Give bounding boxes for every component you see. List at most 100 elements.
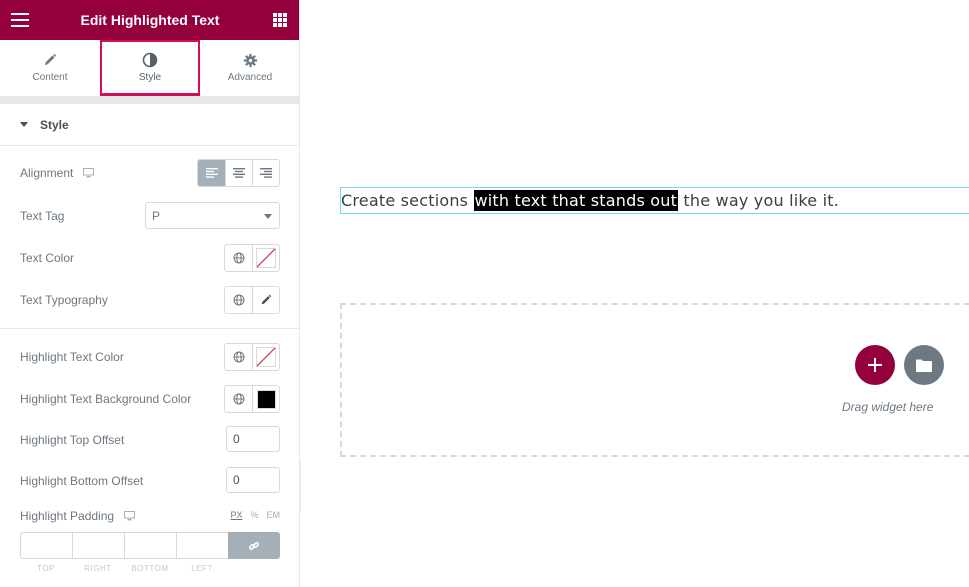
chevron-down-icon (264, 214, 272, 219)
panel-title: Edit Highlighted Text (80, 12, 220, 28)
globe-icon (233, 351, 244, 363)
align-right-icon (260, 168, 272, 178)
highlight-bg-color-group (224, 385, 280, 413)
text-color-control: Text Color (20, 244, 280, 272)
align-center-icon (233, 168, 245, 178)
align-left-button[interactable] (198, 160, 225, 186)
gear-icon (243, 51, 258, 69)
highlight-top-offset-input[interactable]: 0 (226, 426, 280, 452)
padding-right-input[interactable] (72, 532, 124, 559)
tab-advanced[interactable]: Advanced (200, 40, 299, 96)
globe-icon (233, 252, 244, 264)
padding-dimensions (20, 532, 280, 559)
edit-typography-button[interactable] (252, 287, 279, 313)
highlight-bottom-offset-label: Highlight Bottom Offset (20, 474, 144, 488)
text-tag-label: Text Tag (20, 209, 65, 223)
text-typography-control: Text Typography (20, 286, 280, 314)
padding-left-input[interactable] (176, 532, 228, 559)
dim-label-right: RIGHT (84, 564, 112, 573)
dim-label-top: TOP (37, 564, 55, 573)
global-colors-button[interactable] (225, 245, 252, 271)
highlight-bottom-offset-control: Highlight Bottom Offset 0 (20, 467, 280, 495)
editor-app: Edit Highlighted Text Content Style Adva… (0, 0, 969, 587)
highlight-padding-label: Highlight Padding (20, 509, 115, 523)
tab-content-label: Content (32, 72, 68, 83)
hamburger-icon[interactable] (11, 13, 29, 27)
global-colors-button[interactable] (225, 344, 252, 370)
link-values-button[interactable] (228, 532, 280, 559)
unit-em[interactable]: EM (267, 510, 281, 520)
tab-style[interactable]: Style (100, 40, 200, 96)
color-picker-button[interactable] (252, 245, 279, 271)
dim-label-left: LEFT (191, 564, 213, 573)
align-left-icon (205, 168, 218, 178)
section-title: Style (40, 117, 69, 132)
text-before: Create sections (341, 191, 474, 210)
text-color-group (224, 244, 280, 272)
contrast-icon (142, 51, 158, 69)
text-tag-select[interactable]: P (145, 202, 280, 229)
grid-icon[interactable] (273, 13, 287, 27)
highlighted-text-widget[interactable]: Create sections with text that stands ou… (340, 187, 969, 214)
highlight-padding-control: Highlight Padding PX % EM (20, 502, 280, 530)
add-section-button[interactable] (855, 345, 895, 385)
tab-content[interactable]: Content (0, 40, 100, 96)
align-right-button[interactable] (252, 160, 279, 186)
empty-color-swatch-icon (256, 347, 276, 367)
highlight-text-color-control: Highlight Text Color (20, 343, 280, 371)
highlight-bg-color-control: Highlight Text Background Color (20, 385, 280, 413)
padding-top-input[interactable] (20, 532, 72, 559)
global-colors-button[interactable] (225, 386, 252, 412)
text-after: the way you like it. (678, 191, 839, 210)
folder-icon (916, 359, 932, 372)
typography-group (224, 286, 280, 314)
plus-icon (868, 358, 882, 372)
desktop-icon[interactable] (124, 511, 136, 521)
padding-bottom-input[interactable] (124, 532, 176, 559)
text-typography-label: Text Typography (20, 293, 108, 307)
text-tag-value: P (152, 208, 161, 223)
alignment-label: Alignment (20, 166, 74, 180)
editor-panel: Edit Highlighted Text Content Style Adva… (0, 0, 300, 587)
align-center-button[interactable] (225, 160, 252, 186)
unit-percent[interactable]: % (250, 510, 258, 520)
color-picker-button[interactable] (252, 386, 279, 412)
section-divider (0, 328, 299, 329)
highlight-top-offset-control: Highlight Top Offset 0 (20, 426, 280, 454)
pencil-icon (261, 294, 272, 305)
link-icon (248, 541, 260, 550)
tabs-separator (0, 96, 299, 104)
highlight-text-color-label: Highlight Text Color (20, 350, 124, 364)
black-color-swatch (256, 389, 276, 409)
highlight-bottom-offset-input[interactable]: 0 (226, 467, 280, 493)
panel-tabs: Content Style Advanced (0, 40, 299, 96)
style-section-toggle[interactable]: Style (0, 104, 299, 146)
padding-dimension-labels: TOP RIGHT BOTTOM LEFT (20, 564, 228, 573)
empty-section-drop-zone[interactable]: Drag widget here (340, 303, 969, 457)
highlight-bottom-offset-value: 0 (233, 473, 240, 487)
text-color-label: Text Color (20, 251, 75, 265)
highlight-color-group (224, 343, 280, 371)
unit-px[interactable]: PX (230, 510, 242, 520)
preview-canvas: Create sections with text that stands ou… (301, 0, 969, 587)
caret-down-icon (20, 122, 28, 127)
alignment-control: Alignment (20, 159, 280, 187)
dim-label-bottom: BOTTOM (131, 564, 169, 573)
unit-switcher: PX % EM (230, 510, 280, 520)
tab-advanced-label: Advanced (227, 72, 273, 83)
highlight-top-offset-label: Highlight Top Offset (20, 433, 125, 447)
panel-header: Edit Highlighted Text (0, 0, 299, 40)
empty-color-swatch-icon (256, 248, 276, 268)
desktop-icon[interactable] (83, 168, 95, 178)
tab-style-label: Style (138, 72, 162, 83)
text-tag-control: Text Tag P (20, 202, 280, 230)
globe-icon (233, 393, 244, 405)
global-typography-button[interactable] (225, 287, 252, 313)
pencil-icon (43, 51, 57, 69)
highlight-bg-color-label: Highlight Text Background Color (20, 392, 192, 406)
highlighted-text: with text that stands out (473, 190, 679, 211)
globe-icon (233, 294, 244, 306)
drag-widget-hint: Drag widget here (842, 400, 934, 414)
color-picker-button[interactable] (252, 344, 279, 370)
add-template-button[interactable] (904, 345, 944, 385)
